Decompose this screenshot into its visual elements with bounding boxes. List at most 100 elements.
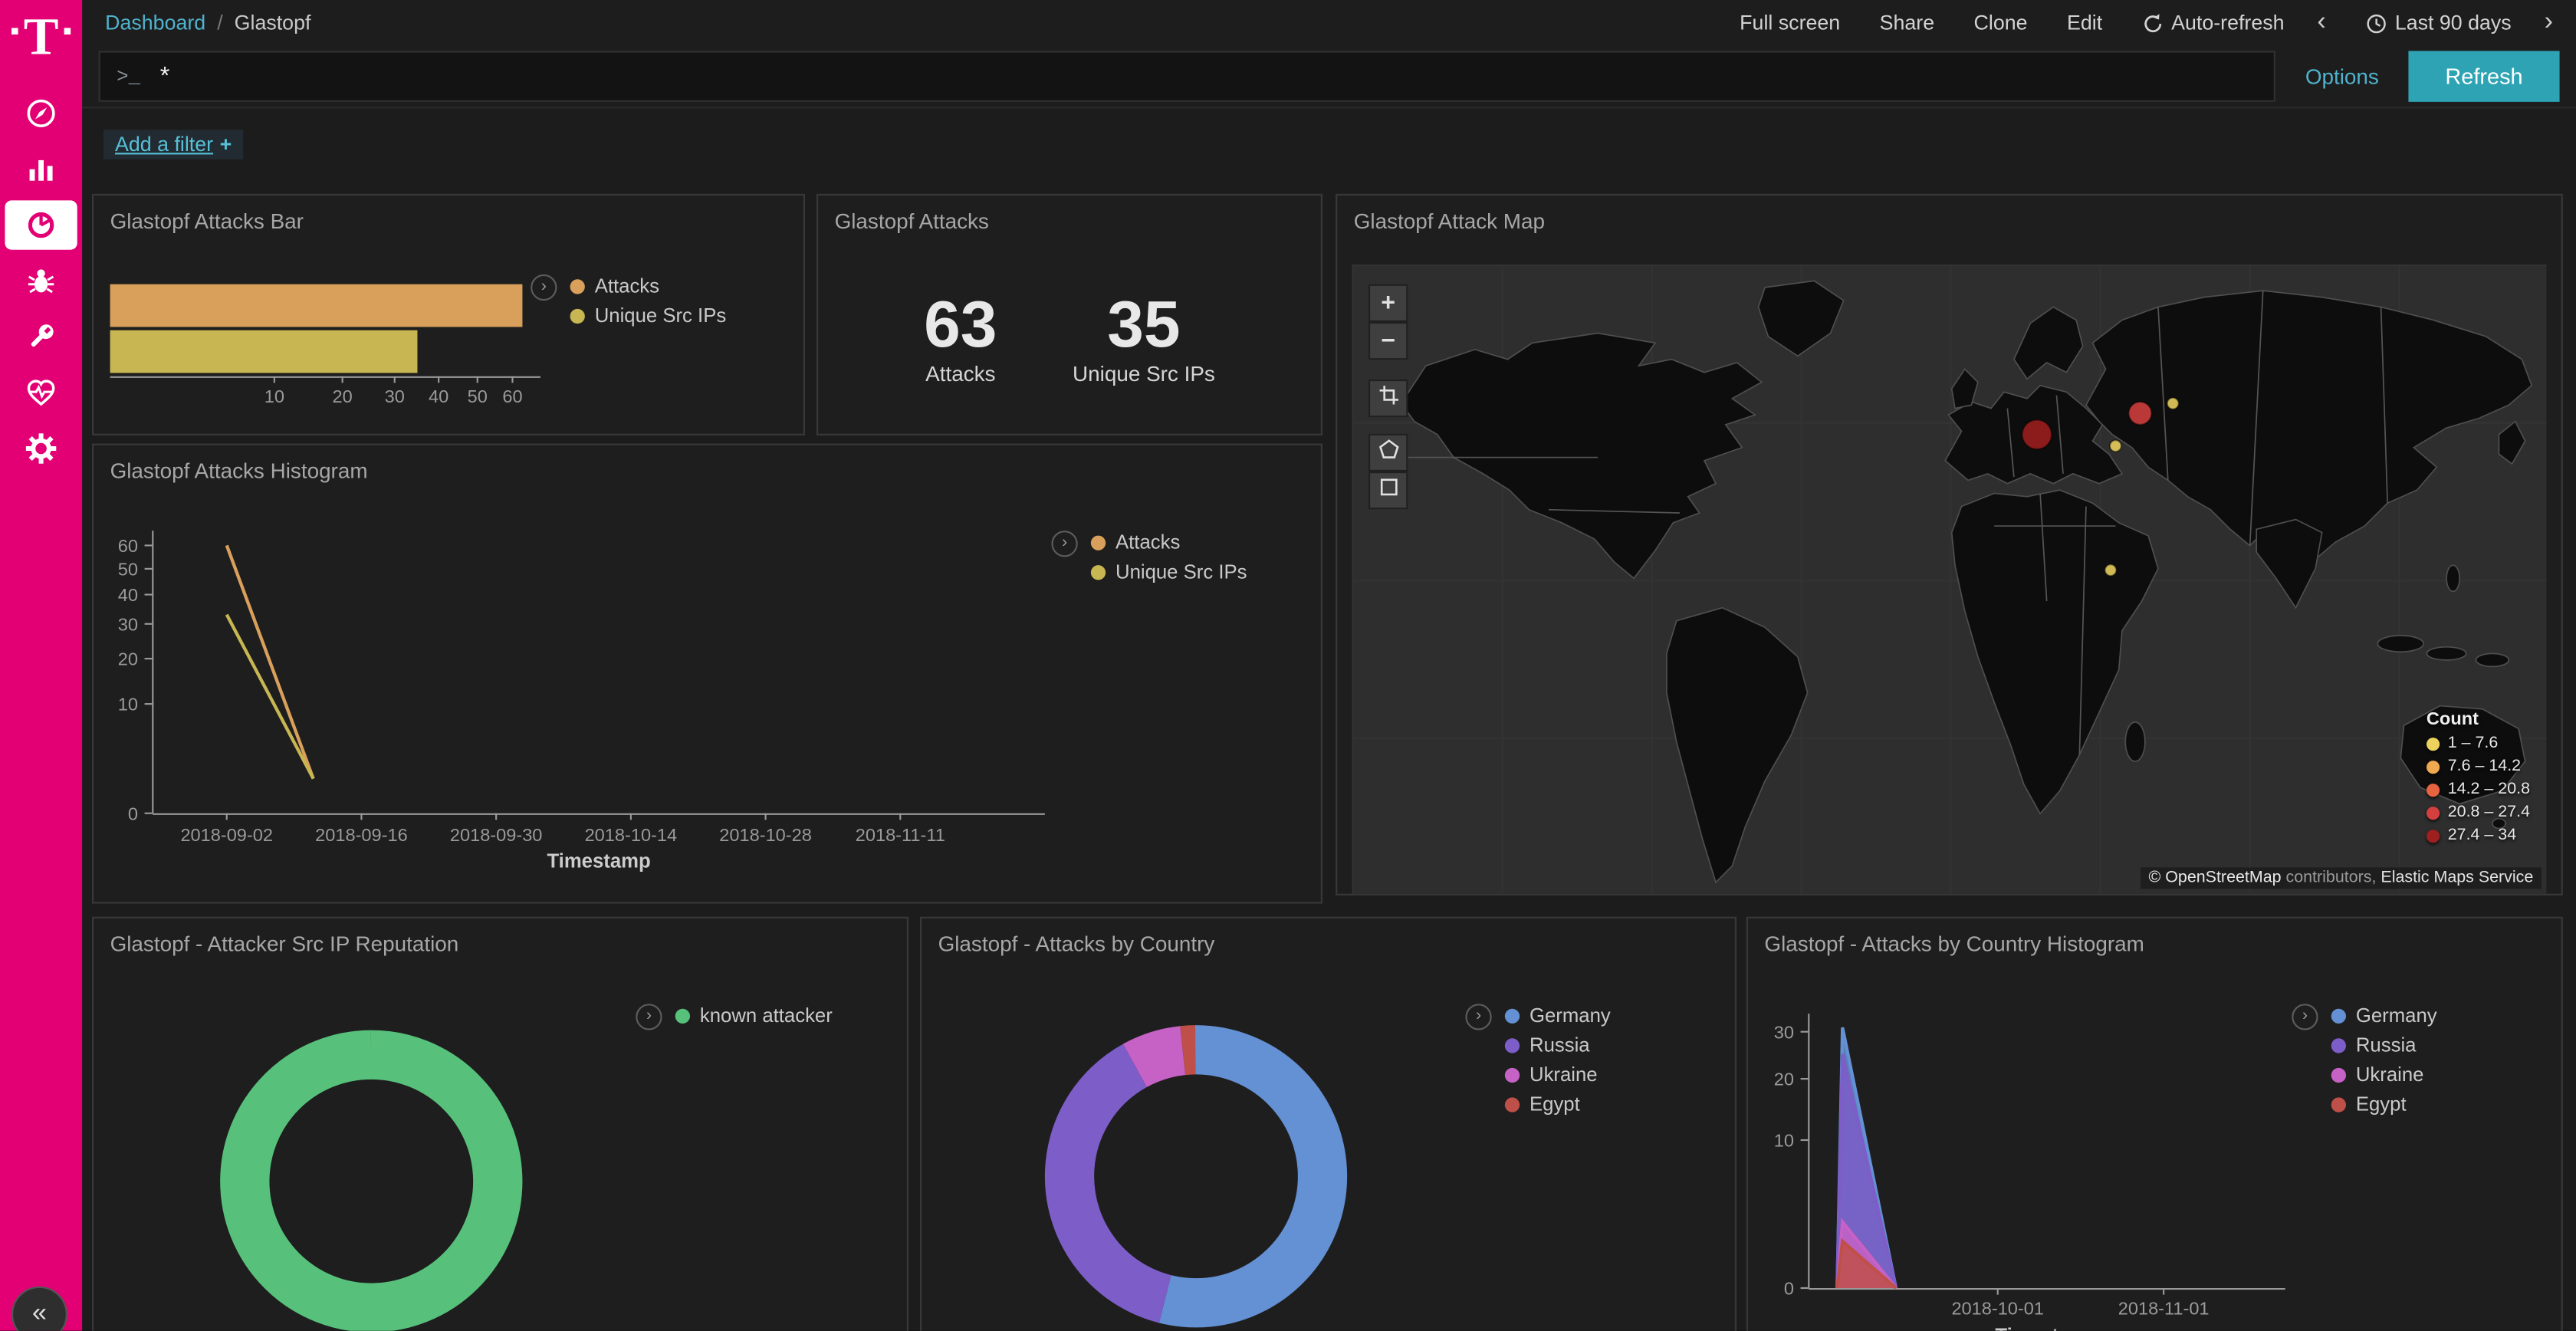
svg-text:30: 30 [118,614,138,634]
map-attribution: © OpenStreetMap contributors, Elastic Ma… [2141,867,2542,889]
logo-square-right [64,28,71,35]
compass-icon [25,97,58,130]
legend-toggle-button[interactable]: › [636,1004,662,1030]
svg-text:2018-10-14: 2018-10-14 [585,825,678,845]
panel-title: Glastopf Attack Map [1337,196,2561,246]
map-legend-item: 7.6 – 14.2 [2426,758,2530,776]
svg-text:50: 50 [468,386,488,406]
continent-africa [1952,490,2158,813]
svg-text:2018-09-30: 2018-09-30 [450,825,543,845]
legend-label: Germany [1530,1004,1611,1027]
svg-text:40: 40 [118,585,138,605]
legend-item[interactable]: Egypt [2331,1093,2437,1116]
legend-item[interactable]: Germany [1505,1004,1611,1027]
region-japan [2499,422,2525,464]
legend-label: known attacker [700,1004,833,1027]
sidebar-item-heartbeat[interactable] [0,365,82,421]
logo-square-left [12,28,19,35]
sidebar-item-gear[interactable] [0,421,82,477]
metric-label: Unique Src IPs [1073,360,1215,385]
auto-refresh-icon [2142,12,2164,34]
map-legend-range: 20.8 – 27.4 [2448,804,2530,822]
legend-color-dot [2331,1008,2346,1023]
legend-toggle-button[interactable]: › [1051,531,1077,557]
country-donut-chart[interactable] [922,919,1735,1331]
legend-color-dot [2331,1096,2346,1111]
legend-item[interactable]: Egypt [1505,1093,1611,1116]
panel-title: Glastopf - Attacks by Country [922,919,1735,969]
sidebar-item-bug[interactable] [0,253,82,309]
share-button[interactable]: Share [1880,12,1934,35]
legend-item[interactable]: known attacker [675,1004,833,1027]
panel-country-histogram: Glastopf - Attacks by Country Histogram … [1746,917,2563,1331]
map-legend-item: 1 – 7.6 [2426,735,2530,753]
map-legend-item: 14.2 – 20.8 [2426,781,2530,799]
legend-item[interactable]: Ukraine [1505,1063,1611,1086]
legend-label: Egypt [1530,1093,1580,1116]
clone-button[interactable]: Clone [1974,12,2028,35]
sidebar-item-compass[interactable] [0,85,82,141]
sidebar-item-wrench[interactable] [0,309,82,365]
elastic-maps-link[interactable]: Elastic Maps Service [2380,869,2533,888]
legend-label: Egypt [2356,1093,2407,1116]
map-legend-dot [2426,829,2440,842]
map-legend-dot [2426,806,2440,819]
zoom-in-button[interactable]: + [1368,284,1408,322]
time-forward-button[interactable]: › [2545,10,2553,36]
legend-item[interactable]: Attacks [1091,531,1247,554]
legend-item[interactable]: Russia [2331,1034,2437,1057]
legend-label: Attacks [595,274,659,297]
legend-color-dot [2331,1037,2346,1052]
panel-title: Glastopf Attacks Bar [94,196,803,246]
legend-label: Ukraine [1530,1063,1598,1086]
map-legend-range: 27.4 – 34 [2448,827,2516,845]
telekom-logo[interactable]: T [0,0,82,85]
map-legend-range: 14.2 – 20.8 [2448,781,2530,799]
time-back-button[interactable]: ‹ [2317,10,2325,36]
add-filter-button[interactable]: Add a filter+ [104,130,243,159]
legend-color-dot [1091,564,1106,579]
legend-item[interactable]: Ukraine [2331,1063,2437,1086]
legend-color-dot [1091,535,1106,550]
legend-toggle-button[interactable]: › [2292,1004,2318,1030]
panel-attack-map: Glastopf Attack Map [1336,194,2563,896]
draw-bounds-button[interactable] [1368,380,1408,417]
query-input[interactable]: >_ * [99,51,2276,101]
sidebar-item-bar-chart[interactable] [0,141,82,197]
legend-toggle-button[interactable]: › [1465,1004,1491,1030]
zoom-out-button[interactable]: − [1368,322,1408,360]
legend-item[interactable]: Unique Src IPs [570,304,727,327]
draw-rectangle-button[interactable] [1368,472,1408,509]
square-icon [1378,476,1399,504]
auto-refresh-label: Auto-refresh [2171,12,2284,35]
logo-letter: T [24,10,59,63]
heartbeat-icon [25,376,58,409]
refresh-button[interactable]: Refresh [2408,51,2559,101]
legend-item[interactable]: Germany [2331,1004,2437,1027]
reputation-donut-chart[interactable] [94,919,907,1331]
full-screen-button[interactable]: Full screen [1740,12,1840,35]
options-button[interactable]: Options [2305,64,2379,89]
draw-polygon-button[interactable] [1368,434,1408,472]
breadcrumb-dashboard-link[interactable]: Dashboard [105,12,205,35]
openstreetmap-link[interactable]: © OpenStreetMap [2149,869,2282,888]
time-range-button[interactable]: Last 90 days [2365,12,2511,35]
chart-legend: › Attacks Unique Src IPs [531,274,726,327]
panel-title: Glastopf Attacks Histogram [94,445,1321,496]
auto-refresh-button[interactable]: Auto-refresh [2142,12,2285,35]
svg-text:30: 30 [1774,1022,1794,1042]
legend-item[interactable]: Unique Src IPs [1091,560,1247,583]
edit-button[interactable]: Edit [2067,12,2102,35]
world-map[interactable]: +− Count 1 – 7.67.6 – 14.214.2 – 20.820.… [1352,265,2547,894]
legend-color-dot [1505,1037,1520,1052]
breadcrumb-current: Glastopf [235,12,311,35]
legend-item[interactable]: Attacks [570,274,727,297]
svg-text:2018-10-01: 2018-10-01 [1951,1298,2044,1318]
legend-toggle-button[interactable]: › [531,274,557,301]
legend-item[interactable]: Russia [1505,1034,1611,1057]
svg-text:20: 20 [118,649,138,669]
attacks-line-chart[interactable]: 01020304050602018-09-022018-09-162018-09… [94,445,1321,902]
svg-text:2018-09-16: 2018-09-16 [315,825,408,845]
sidebar-item-dashboard[interactable] [5,200,77,249]
country-area-chart[interactable]: 01020302018-10-012018-11-01Timestamp [1748,919,2561,1331]
